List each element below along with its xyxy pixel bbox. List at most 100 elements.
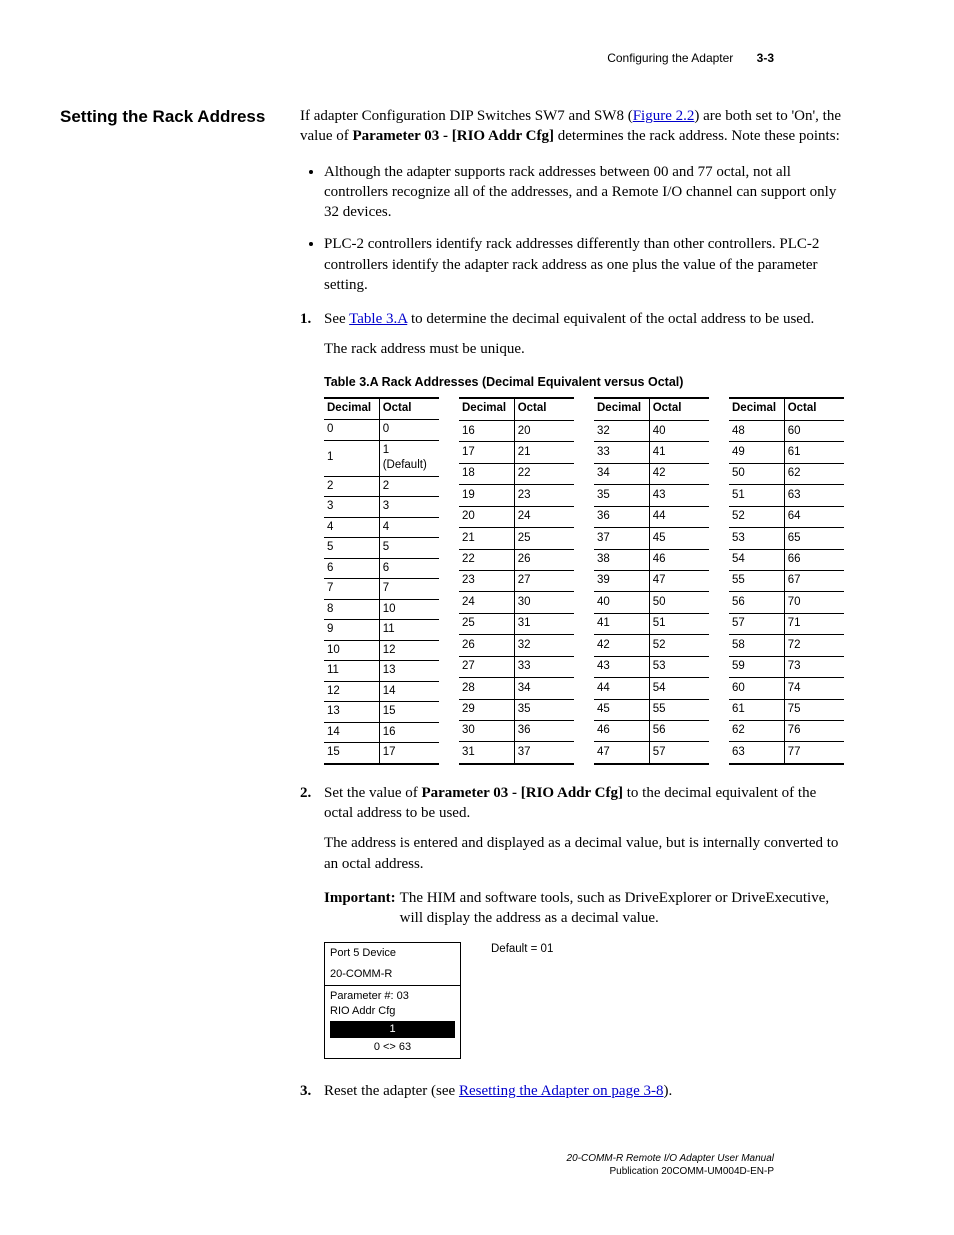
table-row: 3745 [594, 528, 709, 549]
table-row: 2125 [459, 528, 574, 549]
table-header: Decimal [729, 398, 784, 421]
table-row: 5771 [729, 613, 844, 634]
table-cell: 35 [594, 485, 649, 506]
table-row: 5567 [729, 571, 844, 592]
table-cell: 52 [649, 635, 709, 656]
body-column: If adapter Configuration DIP Switches SW… [300, 106, 844, 1111]
table-row: 2024 [459, 506, 574, 527]
table-cell: 7 [379, 579, 439, 600]
table-row: 4961 [729, 442, 844, 463]
table-cell: 36 [514, 720, 574, 741]
table-cell: 56 [649, 720, 709, 741]
table-cell: 15 [379, 702, 439, 723]
table-row: 1721 [459, 442, 574, 463]
table-row: 55 [324, 538, 439, 559]
table-row: 1012 [324, 640, 439, 661]
important-text: The HIM and software tools, such as Driv… [400, 888, 844, 929]
table-cell: 14 [379, 681, 439, 702]
table-cell: 62 [729, 720, 784, 741]
table-row: 1113 [324, 661, 439, 682]
table-row: 3341 [594, 442, 709, 463]
table-cell: 48 [729, 421, 784, 442]
table-row: 2632 [459, 635, 574, 656]
rack-table: DecimalOctal0011 (Default)22334455667781… [324, 397, 439, 765]
table-cell: 61 [784, 442, 844, 463]
table-cell: 40 [594, 592, 649, 613]
table-row: 33 [324, 497, 439, 518]
table-cell: 16 [459, 421, 514, 442]
table-cell: 4 [324, 517, 379, 538]
left-margin-column: Setting the Rack Address [60, 106, 270, 1111]
table-row: 1822 [459, 463, 574, 484]
table-cell: 45 [649, 528, 709, 549]
reset-link[interactable]: Resetting the Adapter on page 3-8 [459, 1083, 664, 1099]
bullet-list: Although the adapter supports rack addre… [300, 162, 844, 296]
section-heading: Setting the Rack Address [60, 106, 270, 129]
table-row: 1214 [324, 681, 439, 702]
table-row: 3846 [594, 549, 709, 570]
table-cell: 30 [514, 592, 574, 613]
table-row: 6175 [729, 699, 844, 720]
step-list-3: 3. Reset the adapter (see Resetting the … [300, 1081, 844, 1101]
table-cell: 37 [514, 742, 574, 764]
table-cell: 50 [729, 463, 784, 484]
table-cell: 5 [324, 538, 379, 559]
table-cell: 63 [729, 742, 784, 764]
table-row: 2531 [459, 613, 574, 634]
table-cell: 60 [784, 421, 844, 442]
table-row: 4151 [594, 613, 709, 634]
table-cell: 72 [784, 635, 844, 656]
table-cell: 50 [649, 592, 709, 613]
table-cell: 34 [514, 678, 574, 699]
table-header: Octal [649, 398, 709, 421]
table-cell: 46 [649, 549, 709, 570]
table-cell: 22 [514, 463, 574, 484]
table-row: 5365 [729, 528, 844, 549]
table-cell: 47 [594, 742, 649, 764]
table-cell: 3 [324, 497, 379, 518]
table-row: 4050 [594, 592, 709, 613]
table-row: 3644 [594, 506, 709, 527]
table-cell: 31 [514, 613, 574, 634]
table-cell: 18 [459, 463, 514, 484]
rack-address-tables: DecimalOctal0011 (Default)22334455667781… [324, 397, 844, 765]
table-cell: 0 [324, 420, 379, 441]
table-row: 810 [324, 599, 439, 620]
table-cell: 58 [729, 635, 784, 656]
table-cell: 28 [459, 678, 514, 699]
table-cell: 31 [459, 742, 514, 764]
table-cell: 25 [514, 528, 574, 549]
table-cell: 44 [594, 678, 649, 699]
him-display: Port 5 Device 20-COMM-R Parameter #: 03 … [324, 942, 461, 1059]
step2-note: The address is entered and displayed as … [324, 833, 844, 874]
him-line: Port 5 Device [325, 943, 460, 964]
table-ref-link[interactable]: Table 3.A [349, 311, 407, 327]
table-cell: 53 [729, 528, 784, 549]
table-cell: 42 [594, 635, 649, 656]
important-note: Important: The HIM and software tools, s… [324, 888, 844, 929]
him-default-label: Default = 01 [491, 942, 553, 958]
table-cell: 30 [459, 720, 514, 741]
table-cell: 63 [784, 485, 844, 506]
table-cell: 62 [784, 463, 844, 484]
table-cell: 10 [324, 640, 379, 661]
table-cell: 10 [379, 599, 439, 620]
table-cell: 34 [594, 463, 649, 484]
table-cell: 32 [594, 421, 649, 442]
table-row: 911 [324, 620, 439, 641]
table-cell: 20 [459, 506, 514, 527]
figure-link[interactable]: Figure 2.2 [633, 108, 695, 124]
table-cell: 55 [729, 571, 784, 592]
table-cell: 13 [379, 661, 439, 682]
table-row: 77 [324, 579, 439, 600]
table-row: 3543 [594, 485, 709, 506]
table-cell: 70 [784, 592, 844, 613]
table-cell: 6 [324, 558, 379, 579]
table-row: 2834 [459, 678, 574, 699]
table-row: 6377 [729, 742, 844, 764]
table-row: 1517 [324, 743, 439, 764]
him-line: RIO Addr Cfg [325, 1004, 460, 1021]
table-cell: 27 [514, 571, 574, 592]
table-row: 22 [324, 476, 439, 497]
table-header: Octal [514, 398, 574, 421]
